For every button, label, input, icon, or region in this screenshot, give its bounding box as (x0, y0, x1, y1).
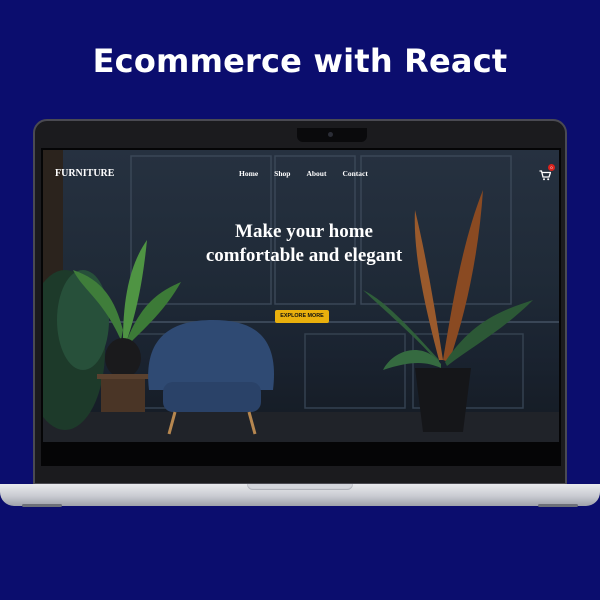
armchair-seat (163, 382, 261, 412)
hero-section: FURNITURE Home Shop About Contact 0 Make… (43, 150, 559, 442)
side-table (101, 376, 145, 412)
camera-icon (328, 132, 333, 137)
wall-panel (304, 333, 406, 409)
promo-title: Ecommerce with React (92, 42, 508, 80)
cart-icon (539, 170, 552, 181)
hero-heading-line2: comfortable and elegant (205, 245, 403, 266)
brand-logo[interactable]: FURNITURE (55, 168, 114, 179)
laptop-base (0, 484, 600, 507)
laptop-screen: FURNITURE Home Shop About Contact 0 Make… (41, 148, 561, 466)
side-table-top (97, 374, 149, 379)
vase (105, 338, 141, 378)
laptop-foot (22, 504, 62, 507)
laptop-foot (538, 504, 578, 507)
nav-home[interactable]: Home (239, 169, 258, 178)
nav-shop[interactable]: Shop (274, 169, 290, 178)
hero-heading-line1: Make your home (235, 221, 373, 242)
cart-button[interactable]: 0 (539, 164, 555, 181)
bush (57, 270, 109, 370)
explore-more-button[interactable]: EXPLORE MORE (275, 310, 329, 323)
planter (415, 368, 471, 432)
nav-links: Home Shop About Contact (239, 169, 368, 178)
camera-notch (297, 128, 367, 142)
site-navbar: FURNITURE Home Shop About Contact 0 (43, 150, 559, 194)
nav-contact[interactable]: Contact (342, 169, 367, 178)
floor (43, 412, 559, 442)
laptop-opening-notch (247, 484, 353, 490)
armchair-back (148, 320, 275, 390)
hero-heading: Make your home comfortable and elegant (163, 220, 445, 268)
laptop-lid: FURNITURE Home Shop About Contact 0 Make… (33, 119, 567, 485)
nav-about[interactable]: About (306, 169, 326, 178)
cart-count-badge: 0 (548, 164, 555, 171)
